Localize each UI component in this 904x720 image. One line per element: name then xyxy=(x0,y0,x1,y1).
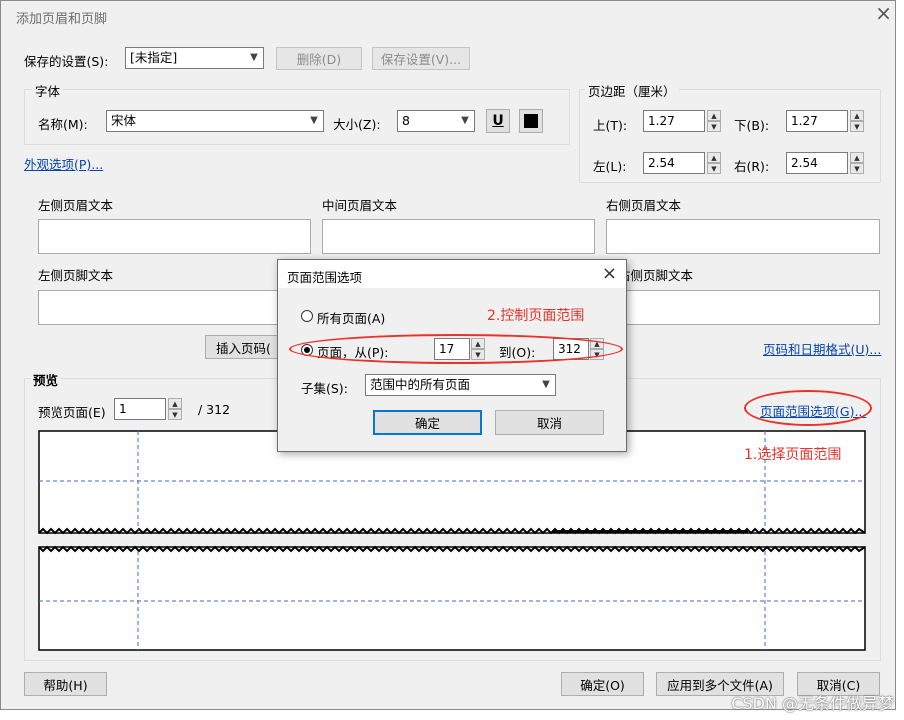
page-range-dialog: 页面范围选项 × 所有页面(A) 页面，从(P): 17 ▲ ▼ 到(O): 31… xyxy=(277,259,627,452)
font-size-value: 8 xyxy=(402,113,410,128)
left-footer-input[interactable] xyxy=(38,290,311,325)
left-header-input[interactable] xyxy=(38,219,311,254)
annotation-ellipse-page-range-link xyxy=(744,390,872,426)
center-header-input[interactable] xyxy=(322,219,595,254)
annotation-step1: 1.选择页面范围 xyxy=(744,447,842,463)
preview-page-stepper[interactable]: ▲ ▼ xyxy=(168,398,182,420)
font-size-select[interactable]: 8 ▼ xyxy=(397,110,475,132)
annotation-step2: 2.控制页面范围 xyxy=(487,308,585,324)
right-footer-input[interactable] xyxy=(606,290,880,325)
all-pages-radio[interactable] xyxy=(301,310,313,322)
left-footer-label: 左侧页脚文本 xyxy=(38,268,114,283)
delete-button[interactable]: 删除(D) xyxy=(276,47,362,70)
help-button[interactable]: 帮助(H) xyxy=(24,672,107,696)
subset-select[interactable]: 范围中的所有页面 ▼ xyxy=(365,374,556,396)
right-footer-label: 右侧页脚文本 xyxy=(618,268,694,283)
saved-settings-label: 保存的设置(S): xyxy=(24,54,109,69)
subset-value: 范围中的所有页面 xyxy=(370,377,471,392)
color-swatch-icon xyxy=(524,114,538,128)
font-name-select[interactable]: 宋体 ▼ xyxy=(106,110,324,132)
margin-right-stepper[interactable]: ▲ ▼ xyxy=(850,152,864,174)
chevron-down-icon: ▼ xyxy=(542,379,550,390)
preview-footer-page xyxy=(38,546,866,651)
margin-right-label: 右(R): xyxy=(734,159,770,174)
font-size-label: 大小(Z): xyxy=(333,117,381,132)
annotation-ellipse-page-range xyxy=(289,334,623,364)
saved-settings-value: [未指定] xyxy=(130,50,178,65)
preview-pages xyxy=(38,430,866,651)
font-name-label: 名称(M): xyxy=(38,117,88,132)
preview-total-pages: / 312 xyxy=(198,402,231,417)
page-date-format-link[interactable]: 页码和日期格式(U)... xyxy=(763,339,881,358)
margin-top-label: 上(T): xyxy=(593,118,628,133)
all-pages-label: 所有页面(A) xyxy=(317,311,386,326)
preview-group-label: 预览 xyxy=(30,370,62,389)
dialog-cancel-button[interactable]: 取消 xyxy=(495,410,604,435)
save-settings-button[interactable]: 保存设置(V)... xyxy=(372,47,470,70)
close-icon[interactable]: × xyxy=(602,263,617,284)
subset-label: 子集(S): xyxy=(301,381,348,396)
preview-page-input[interactable]: 1 xyxy=(114,398,166,420)
font-color-button[interactable] xyxy=(519,109,543,133)
ok-button[interactable]: 确定(O) xyxy=(561,672,644,696)
dialog-ok-button[interactable]: 确定 xyxy=(373,410,482,435)
left-header-label: 左侧页眉文本 xyxy=(38,198,114,213)
margin-left-input[interactable]: 2.54 xyxy=(643,152,705,174)
saved-settings-select[interactable]: [未指定] ▼ xyxy=(125,47,264,69)
margin-left-label: 左(L): xyxy=(593,159,627,174)
chevron-down-icon: ▼ xyxy=(310,115,318,126)
watermark: CSDN @无条件做异梦 xyxy=(731,694,894,713)
right-header-label: 右侧页眉文本 xyxy=(606,198,682,213)
close-icon[interactable]: × xyxy=(875,3,892,23)
right-header-input[interactable] xyxy=(606,219,880,254)
chevron-down-icon: ▼ xyxy=(250,52,258,63)
preview-page-label: 预览页面(E) xyxy=(38,405,106,420)
appearance-options-link[interactable]: 外观选项(P)... xyxy=(24,154,103,173)
window-title: 添加页眉和页脚 xyxy=(16,12,108,27)
dialog-title: 页面范围选项 xyxy=(287,270,363,285)
margin-bottom-input[interactable]: 1.27 xyxy=(786,110,848,132)
chevron-down-icon: ▼ xyxy=(461,115,469,126)
margin-left-stepper[interactable]: ▲ ▼ xyxy=(707,152,721,174)
underline-icon[interactable]: U xyxy=(486,109,510,133)
font-name-value: 宋体 xyxy=(111,113,137,128)
margin-bottom-label: 下(B): xyxy=(734,118,770,133)
font-group-label: 字体 xyxy=(32,81,64,100)
margins-group-label: 页边距（厘米） xyxy=(585,81,679,100)
margin-right-input[interactable]: 2.54 xyxy=(786,152,848,174)
margin-top-input[interactable]: 1.27 xyxy=(643,110,705,132)
margin-top-stepper[interactable]: ▲ ▼ xyxy=(707,110,721,132)
margin-bottom-stepper[interactable]: ▲ ▼ xyxy=(850,110,864,132)
center-header-label: 中间页眉文本 xyxy=(322,198,398,213)
